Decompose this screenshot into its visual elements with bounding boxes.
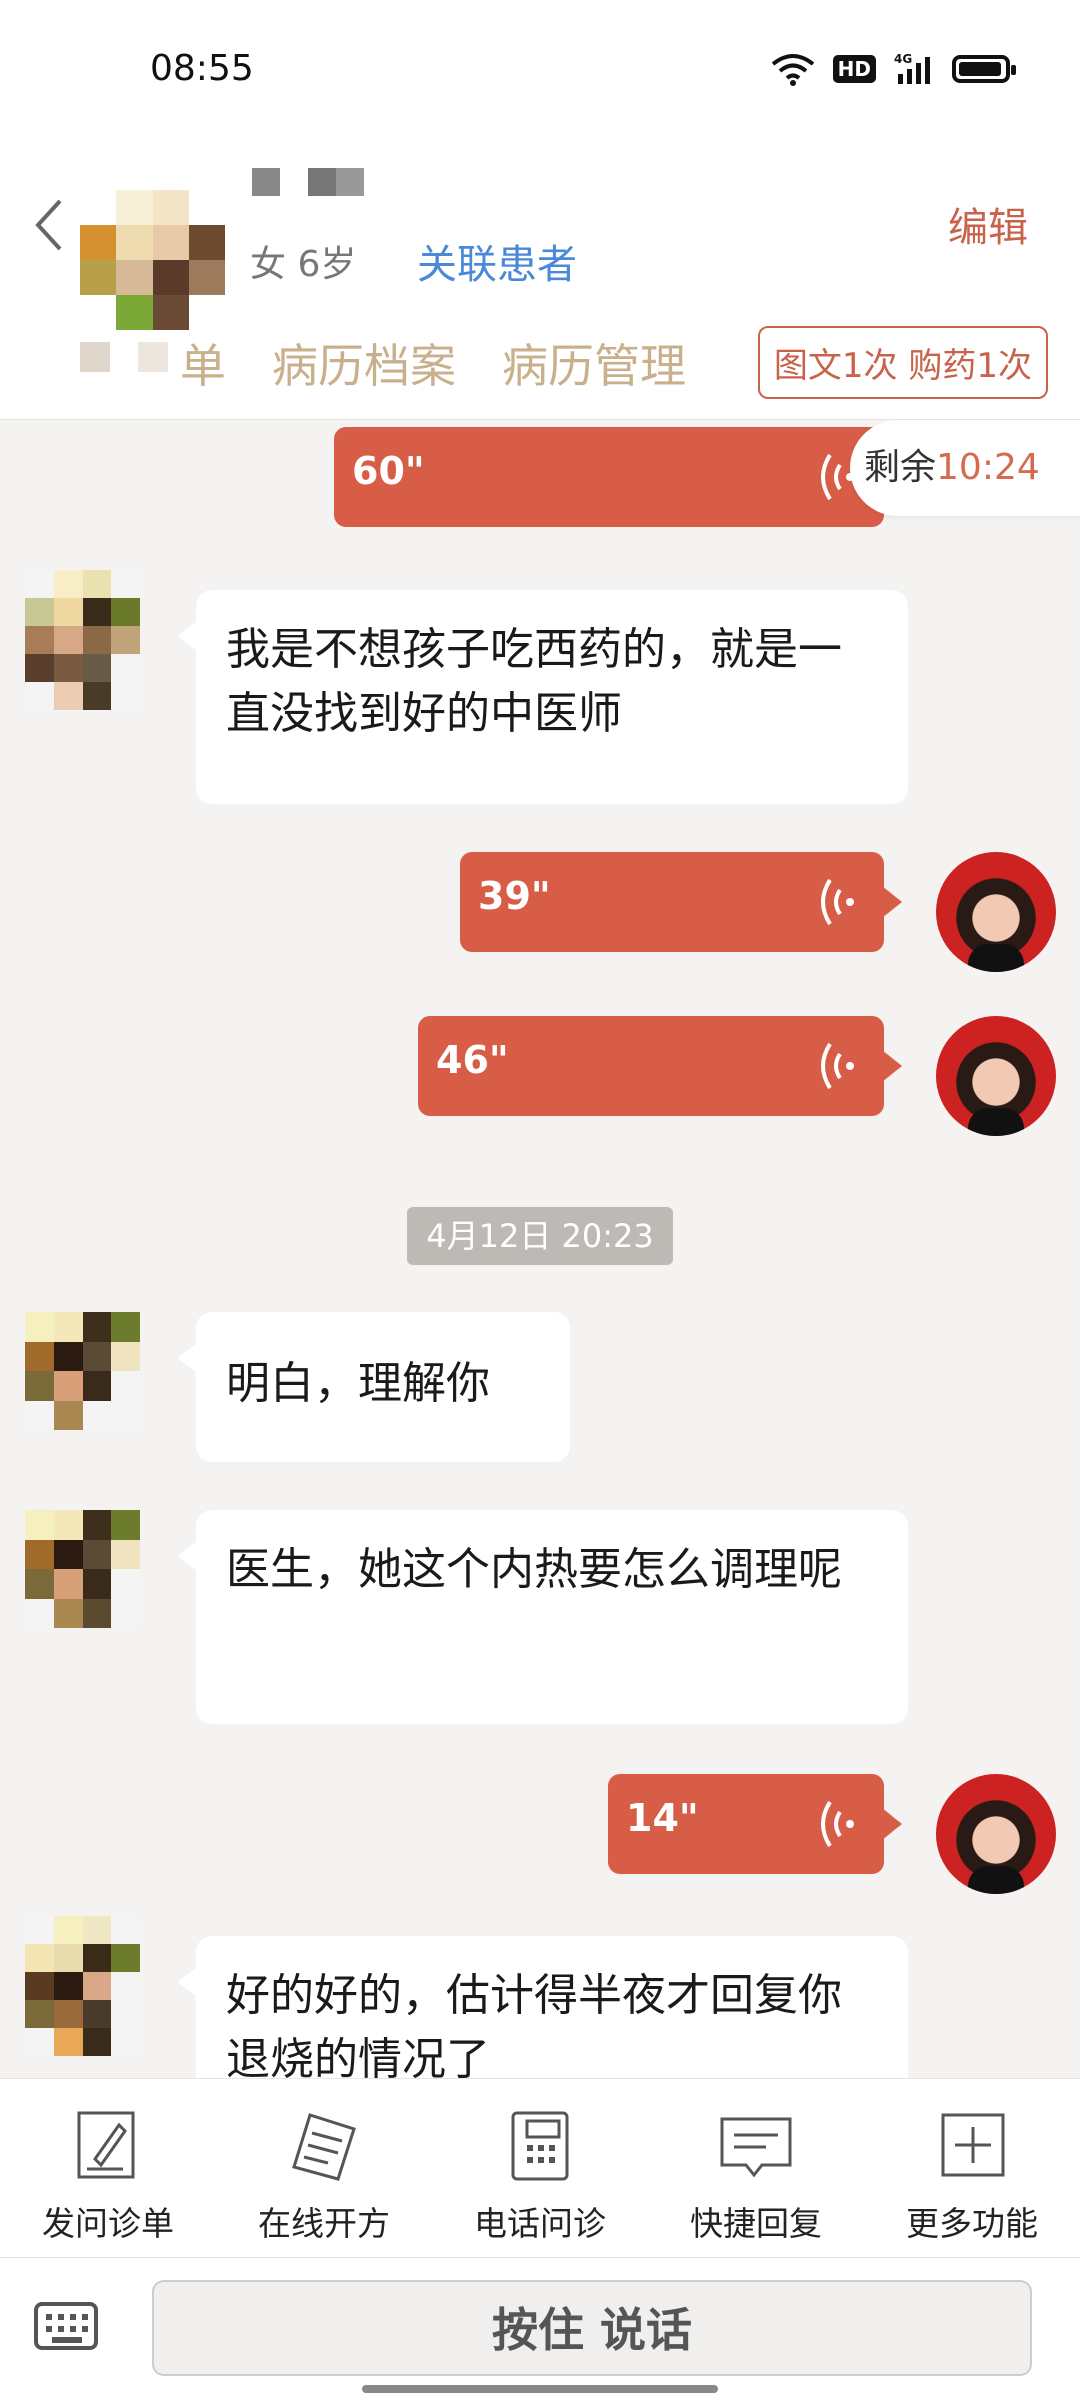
phone-consult-button[interactable]: 电话问诊	[432, 2079, 648, 2257]
home-indicator[interactable]	[362, 2385, 718, 2393]
voice-duration: 46"	[436, 1038, 509, 1082]
keyboard-icon[interactable]	[34, 2302, 98, 2350]
voice-wave-icon	[821, 1042, 854, 1090]
patient-avatar	[25, 570, 140, 710]
voice-message[interactable]: 46"	[418, 1016, 902, 1116]
edit-button[interactable]: 编辑	[948, 195, 1028, 253]
remaining-label: 剩余	[864, 447, 937, 488]
remaining-time-badge: 剩余10:24	[850, 420, 1080, 516]
patient-message[interactable]: 好的好的，估计得半夜才回复你退烧的情况了	[178, 1936, 908, 2078]
tab-medical-management[interactable]: 病历管理	[502, 330, 686, 396]
battery-icon	[952, 55, 1016, 83]
quick-reply-icon	[720, 2117, 792, 2178]
prescription-icon	[292, 2113, 356, 2181]
hold-to-talk-button[interactable]: 按住 说话	[152, 2280, 1032, 2376]
input-bar: 按住 说话	[0, 2258, 1080, 2400]
function-toolbar: 发问诊单 在线开方 电话问诊 快捷回复 更多功能	[0, 2078, 1080, 2258]
tool-label: 快捷回复	[690, 2204, 822, 2243]
back-icon[interactable]	[30, 195, 70, 255]
signal-icon: 4G	[894, 52, 930, 84]
patient-name-redacted	[252, 168, 364, 196]
patient-avatar	[25, 1312, 140, 1430]
chat-messages[interactable]: 60" 我是不想孩子吃西药的，就是一直没找到好的中医师 39" 46" 4月12…	[0, 420, 1080, 2078]
voice-wave-icon	[821, 878, 854, 926]
patient-avatar	[25, 1916, 140, 2056]
tab-medical-archive[interactable]: 病历档案	[272, 330, 456, 396]
network-type: 4G	[894, 52, 912, 66]
more-functions-button[interactable]: 更多功能	[864, 2079, 1080, 2257]
tool-label: 在线开方	[258, 2204, 390, 2243]
service-quota-badge[interactable]: 图文1次 购药1次	[757, 326, 1048, 399]
patient-message[interactable]: 我是不想孩子吃西药的，就是一直没找到好的中医师	[178, 590, 908, 804]
plus-icon	[941, 2113, 1005, 2177]
status-icons: HD 4G	[771, 52, 1016, 86]
voice-message[interactable]: 39"	[460, 852, 902, 952]
voice-duration: 60"	[352, 449, 425, 493]
status-bar: 08:55 HD 4G	[0, 0, 1080, 140]
patient-message[interactable]: 明白，理解你	[178, 1312, 570, 1462]
tool-label: 发问诊单	[42, 2204, 174, 2243]
online-prescription-button[interactable]: 在线开方	[216, 2079, 432, 2257]
record-tabs: 单 病历档案 病历管理	[80, 330, 686, 396]
remaining-time: 10:24	[936, 447, 1040, 488]
patient-avatar[interactable]	[80, 190, 225, 330]
doctor-avatar	[936, 1016, 1056, 1136]
chat-header: 女 6岁 关联患者 编辑 单 病历档案 病历管理 图文1次 购药1次	[0, 140, 1080, 420]
tool-label: 电话问诊	[474, 2204, 606, 2243]
wifi-icon	[771, 54, 814, 86]
voice-duration: 14"	[626, 1796, 699, 1840]
status-time: 08:55	[150, 48, 254, 89]
message-timestamp: 4月12日 20:23	[407, 1207, 673, 1265]
patient-message[interactable]: 医生，她这个内热要怎么调理呢	[178, 1510, 908, 1724]
voice-message[interactable]: 14"	[608, 1774, 902, 1874]
phone-icon	[511, 2111, 569, 2181]
tab-order[interactable]: 单	[80, 330, 226, 396]
voice-message[interactable]: 60"	[334, 427, 902, 527]
voice-duration: 39"	[478, 874, 551, 918]
patient-avatar	[25, 1510, 140, 1628]
doctor-avatar	[936, 1774, 1056, 1894]
questionnaire-icon	[77, 2111, 135, 2179]
hd-badge: HD	[832, 55, 876, 83]
patient-meta: 女 6岁	[250, 244, 357, 285]
link-patient-link[interactable]: 关联患者	[417, 232, 577, 290]
tool-label: 更多功能	[906, 2204, 1038, 2243]
doctor-avatar	[936, 852, 1056, 972]
send-questionnaire-button[interactable]: 发问诊单	[0, 2079, 216, 2257]
voice-wave-icon	[821, 1800, 854, 1848]
quick-reply-button[interactable]: 快捷回复	[648, 2079, 864, 2257]
